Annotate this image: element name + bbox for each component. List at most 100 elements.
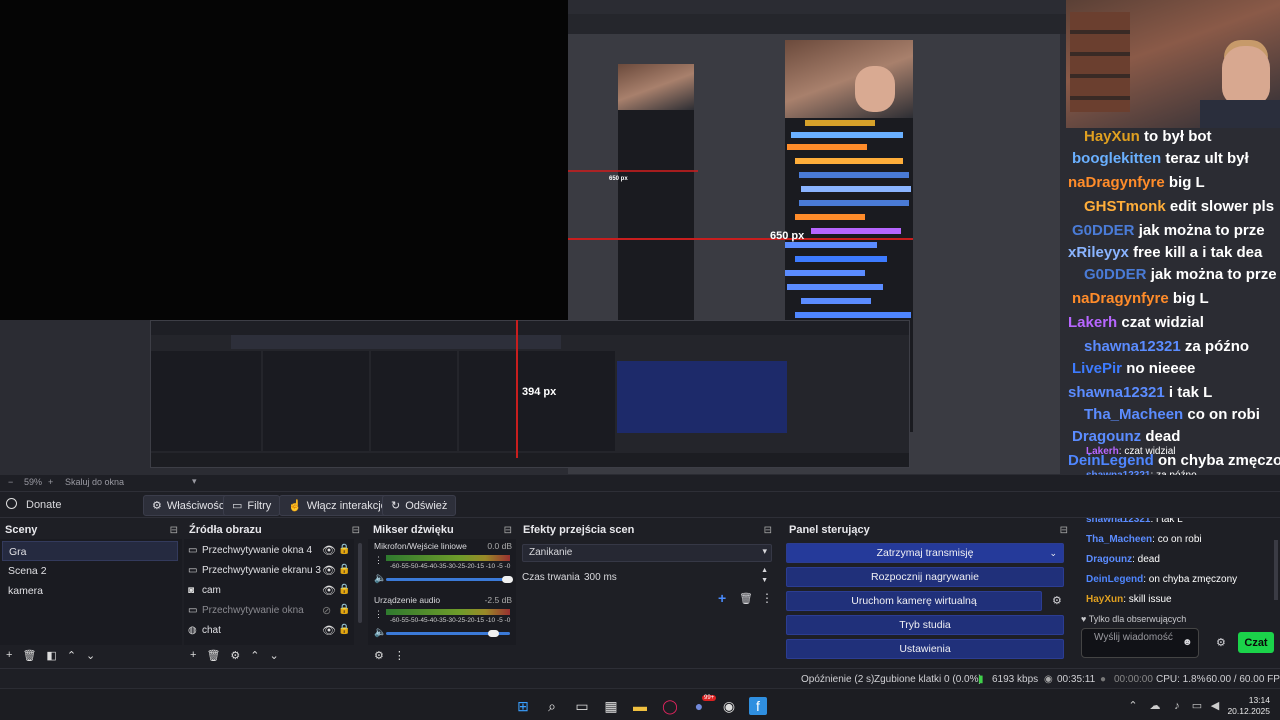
- app-icon[interactable]: f: [749, 697, 767, 715]
- windows-start-icon[interactable]: ⊞: [514, 697, 532, 715]
- zoom-bar: − 59% + Skaluj do okna ▾: [0, 475, 1280, 491]
- trash-icon[interactable]: 🗑: [739, 592, 753, 605]
- notification-badge: 99+: [702, 695, 717, 701]
- chat-scrollbar[interactable]: [1274, 540, 1278, 600]
- dock-menu-icon[interactable]: ⊟: [170, 525, 178, 536]
- chat-text: no nieeee: [1126, 360, 1196, 377]
- dock-menu-icon[interactable]: ⊟: [764, 525, 772, 536]
- chat-username: Lakerh: [1086, 446, 1119, 457]
- chat-send-button[interactable]: Czat: [1238, 632, 1274, 653]
- chevron-up-icon[interactable]: ⌃: [1124, 697, 1142, 715]
- chevron-down-icon[interactable]: ▾: [192, 476, 197, 487]
- chevron-up-icon[interactable]: ⌃: [250, 649, 259, 662]
- more-vertical-icon[interactable]: ⋮: [374, 555, 383, 566]
- add-icon[interactable]: +: [718, 590, 726, 606]
- mixer-settings-icon[interactable]: ⚙: [374, 649, 384, 662]
- lock-icon[interactable]: 🔒: [338, 604, 350, 615]
- volume-meter: [386, 555, 510, 561]
- chevron-down-icon[interactable]: ⌄: [86, 649, 95, 662]
- eye-icon[interactable]: 👁: [322, 564, 336, 577]
- start-recording-button[interactable]: Rozpocznij nagrywanie: [786, 567, 1064, 587]
- chevron-down-icon[interactable]: ▼: [761, 577, 768, 584]
- scale-mode-select[interactable]: Skaluj do okna: [65, 477, 124, 487]
- obs-icon[interactable]: ◉: [720, 697, 738, 715]
- zoom-level[interactable]: 59%: [24, 477, 42, 487]
- lock-icon[interactable]: 🔒: [338, 624, 350, 635]
- clock-time[interactable]: 13:14: [1228, 695, 1270, 705]
- folder-icon[interactable]: ▬: [631, 697, 649, 715]
- store-icon[interactable]: ▦: [602, 697, 620, 715]
- scene-item-kamera[interactable]: kamera: [2, 581, 178, 601]
- source-item[interactable]: ▭ Przechwytywanie ekranu 3 👁 🔒: [186, 561, 352, 581]
- scrollbar[interactable]: [358, 543, 362, 623]
- source-item[interactable]: ▭ Przechwytywanie okna 4 👁 🔒: [186, 541, 352, 561]
- settings-button[interactable]: Ustawienia: [786, 639, 1064, 659]
- source-item[interactable]: ◍ chat 👁 🔒: [186, 621, 352, 641]
- volume-icon[interactable]: ◀: [1206, 697, 1224, 715]
- virtual-camera-button[interactable]: Uruchom kamerę wirtualną: [786, 591, 1042, 611]
- lock-icon[interactable]: 🔒: [338, 584, 350, 595]
- nested-header: [568, 14, 1066, 34]
- gear-icon[interactable]: ⚙: [230, 649, 240, 662]
- clock-date[interactable]: 20.12.2025: [1226, 706, 1270, 716]
- preview-canvas[interactable]: 650 px 394 px 650 px HayXun to był bot bo…: [0, 0, 1280, 605]
- chat-message: xRileyyx free kill a i tak dea: [1068, 244, 1262, 262]
- dock-menu-icon[interactable]: ⊟: [504, 525, 512, 536]
- volume-knob[interactable]: [488, 630, 499, 637]
- network-icon[interactable]: ▭: [1188, 697, 1206, 715]
- dock-menu-icon[interactable]: ⊟: [1060, 525, 1068, 536]
- chevron-up-icon[interactable]: ▲: [761, 567, 768, 574]
- transitions-dock: Efekty przejścia scen ⊟ Zanikanie ▾ Czas…: [518, 521, 776, 665]
- scene-item-scena-2[interactable]: Scena 2: [2, 561, 178, 581]
- filters-button[interactable]: ▭ Filtry: [223, 495, 281, 516]
- scene-item-gra[interactable]: Gra: [2, 541, 178, 561]
- volume-slider[interactable]: [386, 578, 510, 581]
- chevron-down-icon[interactable]: ⌄: [270, 649, 279, 662]
- properties-button[interactable]: ⚙ Właściwości: [143, 495, 236, 516]
- opera-icon[interactable]: ◯: [661, 697, 679, 715]
- emoji-icon[interactable]: ☻: [1182, 637, 1193, 648]
- studio-mode-button[interactable]: Tryb studia: [786, 615, 1064, 635]
- source-item[interactable]: ▭ Przechwytywanie okna ⊘ 🔒: [186, 601, 352, 621]
- dock-menu-icon[interactable]: ⊟: [352, 525, 360, 536]
- cloud-icon[interactable]: ☁: [1146, 697, 1164, 715]
- eye-icon[interactable]: 👁: [322, 544, 336, 557]
- stop-stream-button[interactable]: Zatrzymaj transmisję ⌄: [786, 543, 1064, 563]
- eye-hidden-icon[interactable]: ⊘: [322, 604, 331, 617]
- add-icon[interactable]: +: [190, 649, 196, 661]
- chat-username: LivePir: [1072, 360, 1123, 377]
- add-icon[interactable]: +: [6, 649, 12, 661]
- gear-icon[interactable]: ⚙: [1052, 594, 1062, 607]
- eye-icon[interactable]: 👁: [322, 624, 336, 637]
- microphone-icon[interactable]: ♪: [1168, 697, 1186, 715]
- chevron-up-icon[interactable]: ⌃: [67, 649, 76, 662]
- search-icon[interactable]: ⌕: [543, 697, 561, 715]
- chevron-down-icon[interactable]: ⌄: [1049, 548, 1057, 559]
- volume-knob[interactable]: [502, 576, 513, 583]
- filter-icon[interactable]: ◧: [46, 649, 56, 662]
- source-item[interactable]: ◙ cam 👁 🔒: [186, 581, 352, 601]
- more-vertical-icon[interactable]: ⋮: [374, 609, 383, 620]
- zoom-in-icon[interactable]: +: [48, 477, 53, 487]
- speaker-icon[interactable]: 🔈: [374, 627, 386, 638]
- gear-icon[interactable]: ⚙: [1216, 636, 1226, 649]
- trash-icon[interactable]: 🗑: [206, 649, 220, 662]
- more-vertical-icon[interactable]: ⋮: [394, 649, 405, 662]
- lock-icon[interactable]: 🔒: [338, 564, 350, 575]
- refresh-button[interactable]: ↻ Odśwież: [382, 495, 457, 516]
- trash-icon[interactable]: 🗑: [22, 649, 36, 662]
- chat-text: free kill a i tak dea: [1133, 244, 1263, 261]
- zoom-out-icon[interactable]: −: [8, 477, 13, 487]
- interact-button[interactable]: ☝ Włącz interakcję: [279, 495, 396, 516]
- eye-icon[interactable]: 👁: [322, 584, 336, 597]
- transition-select[interactable]: Zanikanie ▾: [522, 544, 772, 562]
- speaker-icon[interactable]: 🔈: [374, 573, 386, 584]
- button-label: Ustawienia: [899, 643, 951, 655]
- task-view-icon[interactable]: ▭: [573, 697, 591, 715]
- filter-icon: ▭: [232, 500, 243, 512]
- duration-spinbox[interactable]: 300 ms ▲ ▼: [578, 567, 772, 587]
- chat-placeholder: Wyślij wiadomość: [1094, 632, 1173, 643]
- more-vertical-icon[interactable]: ⋮: [761, 591, 773, 605]
- lock-icon[interactable]: 🔒: [338, 544, 350, 555]
- sources-dock: Źródła obrazu ⊟ ▭ Przechwytywanie okna 4…: [184, 521, 364, 665]
